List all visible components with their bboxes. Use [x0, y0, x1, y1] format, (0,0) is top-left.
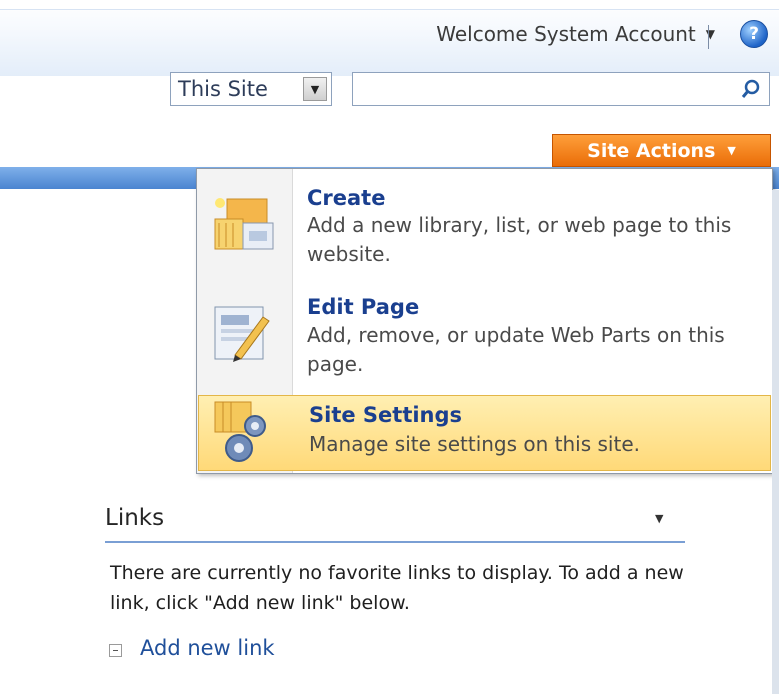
links-webpart-title: Links	[105, 505, 165, 531]
search-icon[interactable]	[738, 76, 764, 102]
header-divider	[708, 25, 709, 49]
search-input[interactable]	[352, 72, 770, 106]
menu-item-create[interactable]: Create Add a new library, list, or web p…	[197, 171, 772, 281]
site-actions-label: Site Actions	[587, 139, 716, 162]
site-settings-icon	[209, 398, 277, 466]
add-link-icon	[109, 644, 122, 657]
menu-item-description: Add, remove, or update Web Parts on this…	[307, 323, 725, 376]
menu-item-title: Edit Page	[307, 295, 420, 319]
create-icon	[207, 189, 275, 257]
welcome-text: Welcome System Account	[436, 22, 696, 46]
links-empty-message: There are currently no favorite links to…	[110, 562, 684, 614]
help-icon[interactable]: ?	[740, 20, 768, 48]
edit-page-icon	[207, 299, 275, 367]
chevron-down-icon: ▼	[727, 144, 736, 157]
search-scope-value: This Site	[178, 77, 268, 101]
menu-item-site-settings[interactable]: Site Settings Manage site settings on th…	[198, 395, 771, 471]
welcome-menu[interactable]: Welcome System Account ▼	[436, 22, 715, 46]
menu-item-title: Create	[307, 186, 386, 210]
menu-item-title: Site Settings	[309, 403, 463, 427]
menu-item-edit-page[interactable]: Edit Page Add, remove, or update Web Par…	[197, 283, 772, 393]
menu-item-description: Manage site settings on this site.	[309, 432, 640, 456]
site-actions-button[interactable]: Site Actions ▼	[552, 134, 771, 167]
top-bar-line	[0, 0, 779, 10]
right-edge-shadow	[772, 190, 779, 694]
site-actions-menu: Create Add a new library, list, or web p…	[196, 168, 773, 474]
chevron-down-icon[interactable]: ▼	[655, 512, 663, 525]
add-new-link[interactable]: Add new link	[140, 636, 275, 660]
dropdown-arrow-icon[interactable]: ▼	[303, 77, 327, 101]
menu-item-description: Add a new library, list, or web page to …	[307, 213, 732, 266]
search-scope-select[interactable]: This Site ▼	[170, 72, 332, 106]
links-webpart-divider	[105, 541, 685, 543]
help-icon-glyph: ?	[749, 24, 759, 44]
